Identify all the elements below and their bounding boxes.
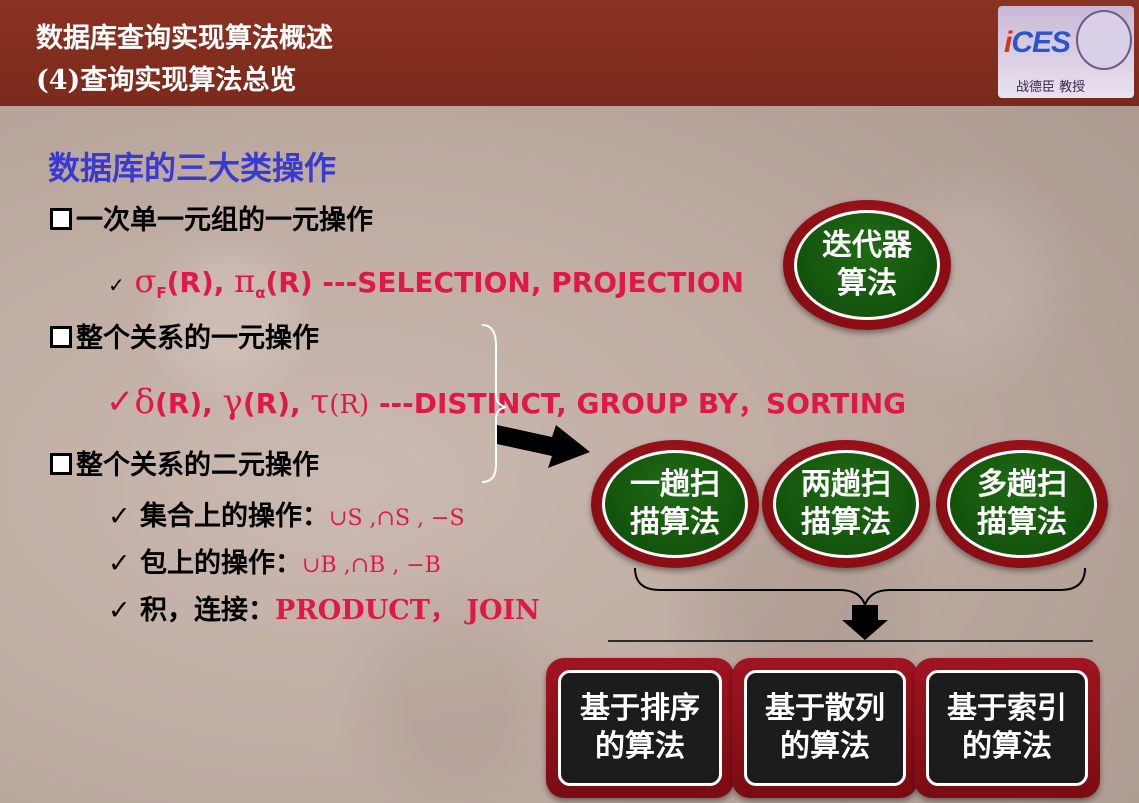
multi-pass-scan-oval: 多趟扫 描算法 bbox=[936, 440, 1108, 568]
sort-based-algorithm-box: 基于排序 的算法 bbox=[546, 658, 734, 798]
arrow-down-icon bbox=[842, 605, 888, 640]
index-based-algorithm-box: 基于索引 的算法 bbox=[914, 658, 1100, 798]
bottom-brace bbox=[634, 567, 1086, 609]
right-brace bbox=[481, 324, 507, 483]
one-pass-scan-oval: 一趟扫 描算法 bbox=[591, 440, 759, 568]
iterator-algorithm-oval: 迭代器 算法 bbox=[783, 200, 951, 330]
two-pass-scan-oval: 两趟扫 描算法 bbox=[762, 440, 930, 568]
hash-based-algorithm-box: 基于散列 的算法 bbox=[732, 658, 918, 798]
arrow-right-icon bbox=[497, 425, 590, 468]
